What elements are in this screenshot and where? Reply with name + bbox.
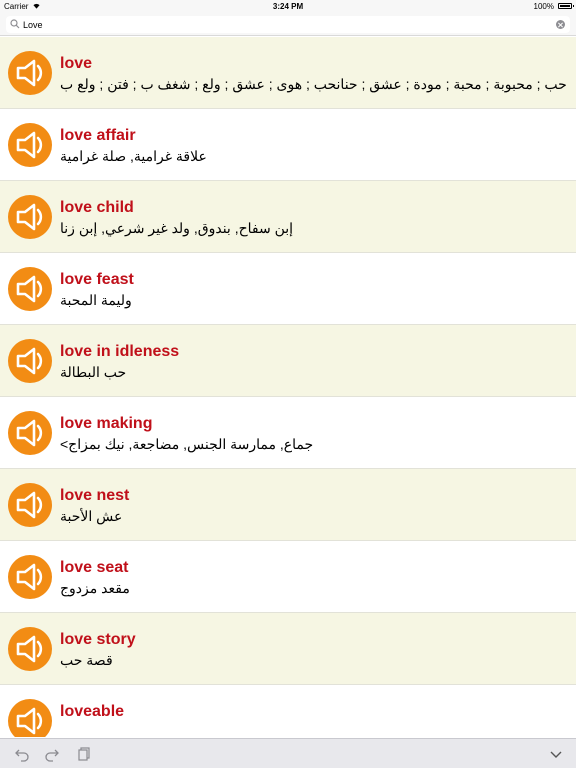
speaker-glyph <box>16 347 43 375</box>
status-bar: Carrier 3:24 PM 100% <box>0 0 576 14</box>
result-row[interactable]: love in idleness حب البطالة <box>0 325 576 397</box>
speaker-glyph <box>16 635 43 663</box>
result-row[interactable]: love affair علاقة غرامية, صلة غرامية <box>0 109 576 181</box>
speaker-icon[interactable] <box>8 195 52 239</box>
result-row[interactable]: love feast وليمة المحبة <box>0 253 576 325</box>
result-translation: مقعد مزدوج <box>60 580 130 596</box>
speaker-glyph <box>16 275 43 303</box>
result-translation: جماع, ممارسة الجنس, مضاجعة, نيك بمزاج> <box>60 436 314 452</box>
result-row[interactable]: love seat مقعد مزدوج <box>0 541 576 613</box>
result-term: love child <box>60 199 134 216</box>
result-translation: علاقة غرامية, صلة غرامية <box>60 148 207 164</box>
speaker-glyph <box>16 491 43 519</box>
result-row[interactable]: love حب ; محبوبة ; محبة ; مودة ; عشق ; حن… <box>0 37 576 109</box>
redo-icon[interactable] <box>44 746 60 762</box>
result-translation: حب البطالة <box>60 364 127 380</box>
bottom-toolbar <box>0 738 576 768</box>
search-icon <box>10 19 20 29</box>
undo-icon[interactable] <box>14 746 30 762</box>
result-term: love nest <box>60 487 130 504</box>
speaker-glyph <box>16 563 43 591</box>
speaker-glyph <box>16 419 43 447</box>
speaker-glyph <box>16 707 43 735</box>
status-time: 3:24 PM <box>272 2 304 11</box>
result-term: love story <box>60 631 136 648</box>
result-translation: عش الأحبة <box>60 508 123 524</box>
speaker-icon[interactable] <box>8 483 52 527</box>
result-term: love <box>60 55 93 72</box>
result-term: love feast <box>60 271 134 288</box>
chevron-down-icon[interactable] <box>548 746 564 762</box>
speaker-icon[interactable] <box>8 411 52 455</box>
clear-icon[interactable] <box>556 20 565 29</box>
result-translation: حب ; محبوبة ; محبة ; مودة ; عشق ; حنانحب… <box>60 76 567 92</box>
speaker-glyph <box>16 59 43 87</box>
battery-icon <box>558 3 574 9</box>
speaker-icon[interactable] <box>8 51 52 95</box>
result-term: love affair <box>60 127 136 144</box>
result-term: love in idleness <box>60 343 180 360</box>
result-term: love seat <box>60 559 129 576</box>
speaker-icon[interactable] <box>8 267 52 311</box>
result-row[interactable]: loveable <box>0 685 576 737</box>
result-translation: وليمة المحبة <box>60 292 132 308</box>
search-bar <box>0 14 576 36</box>
result-term: loveable <box>60 703 125 720</box>
result-row[interactable]: love child إبن سفاح, بندوق, ولد غير شرعي,… <box>0 181 576 253</box>
speaker-icon[interactable] <box>8 339 52 383</box>
search-field[interactable] <box>6 16 570 33</box>
result-row[interactable]: love making جماع, ممارسة الجنس, مضاجعة, ن… <box>0 397 576 469</box>
speaker-icon[interactable] <box>8 123 52 167</box>
result-row[interactable]: love nest عش الأحبة <box>0 469 576 541</box>
speaker-icon[interactable] <box>8 555 52 599</box>
speaker-glyph <box>16 203 43 231</box>
result-translation: إبن سفاح, بندوق, ولد غير شرعي, إبن زنا <box>60 220 294 236</box>
results-list: love حب ; محبوبة ; محبة ; مودة ; عشق ; حن… <box>0 37 576 737</box>
search-input[interactable] <box>23 17 543 32</box>
result-row[interactable]: love story قصة حب <box>0 613 576 685</box>
paste-icon[interactable] <box>76 746 92 762</box>
speaker-icon[interactable] <box>8 627 52 671</box>
speaker-glyph <box>16 131 43 159</box>
battery-percent: 100% <box>533 2 554 11</box>
result-term: love making <box>60 415 153 432</box>
result-translation: قصة حب <box>60 652 113 668</box>
speaker-icon[interactable] <box>8 699 52 737</box>
